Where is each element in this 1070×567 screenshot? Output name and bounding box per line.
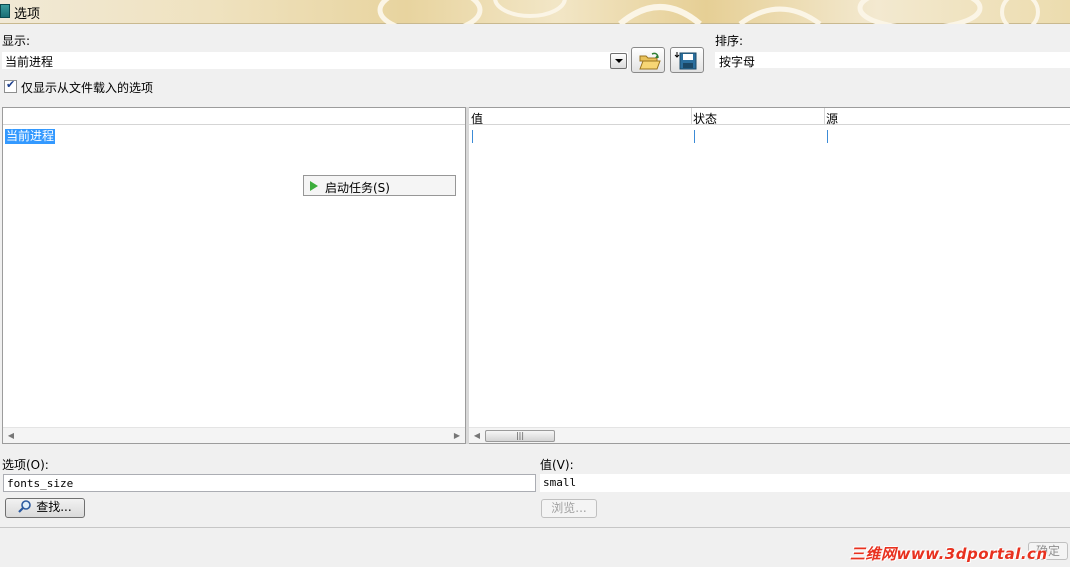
cell-cursor (472, 130, 473, 143)
only-loaded-options-checkbox[interactable] (4, 78, 17, 93)
column-header-source[interactable]: 源 (826, 110, 838, 127)
save-button[interactable] (670, 47, 704, 73)
display-select-value: 当前进程 (5, 55, 54, 69)
window-title: 选项 (14, 7, 41, 22)
option-label: 选项(O): (2, 458, 49, 472)
only-loaded-options-label: 仅显示从文件载入的选项 (21, 81, 154, 95)
find-button-label: 查找... (36, 500, 72, 514)
scroll-left-icon[interactable]: ◀ (469, 428, 485, 444)
column-header-value[interactable]: 值 (471, 110, 483, 127)
sort-select[interactable]: 按字母 (715, 52, 1070, 69)
option-value-field[interactable]: small (540, 474, 1070, 492)
cell-cursor (827, 130, 828, 143)
tree-horizontal-scrollbar[interactable]: ◀ ▶ (3, 427, 465, 443)
option-name-field[interactable]: fonts_size (3, 474, 536, 492)
title-bar: 选项 (0, 0, 1070, 24)
sort-label: 排序: (715, 34, 744, 48)
start-task-label: 启动任务(S) (325, 181, 390, 195)
folder-open-icon (639, 52, 661, 70)
save-disk-icon (674, 52, 697, 70)
tree-item-current-process[interactable]: 当前进程 (5, 129, 56, 144)
sort-select-value: 按字母 (719, 55, 756, 69)
column-separator[interactable] (691, 108, 692, 125)
tree-header (3, 108, 465, 125)
scroll-right-icon[interactable]: ▶ (449, 428, 465, 444)
list-header: 值 状态 源 (469, 108, 1070, 127)
list-horizontal-scrollbar[interactable]: ◀ ||| (469, 427, 1070, 443)
separator (0, 527, 1070, 528)
display-select[interactable]: 当前进程 (2, 52, 628, 69)
column-separator[interactable] (824, 108, 825, 125)
value-label: 值(V): (540, 458, 574, 472)
scrollbar-thumb[interactable]: ||| (485, 430, 555, 442)
watermark: 三维网www.3dportal.cn (850, 545, 1048, 563)
cell-cursor (694, 130, 695, 143)
options-list[interactable]: 值 状态 源 ◀ ||| (469, 107, 1070, 444)
title-bar-decoration (377, 0, 1040, 24)
scroll-left-icon[interactable]: ◀ (3, 428, 19, 444)
display-label: 显示: (2, 34, 31, 48)
find-button[interactable]: 查找... (5, 498, 85, 518)
window-icon (0, 4, 10, 18)
column-header-status[interactable]: 状态 (693, 110, 717, 127)
options-tree[interactable]: 当前进程 ◀ ▶ (2, 107, 466, 444)
magnifier-icon (18, 500, 32, 513)
browse-button[interactable]: 浏览... (541, 499, 597, 518)
open-file-button[interactable] (631, 47, 665, 73)
play-icon (310, 181, 318, 191)
start-task-menu-item[interactable]: 启动任务(S) (303, 175, 456, 196)
chevron-down-icon[interactable] (610, 53, 627, 69)
